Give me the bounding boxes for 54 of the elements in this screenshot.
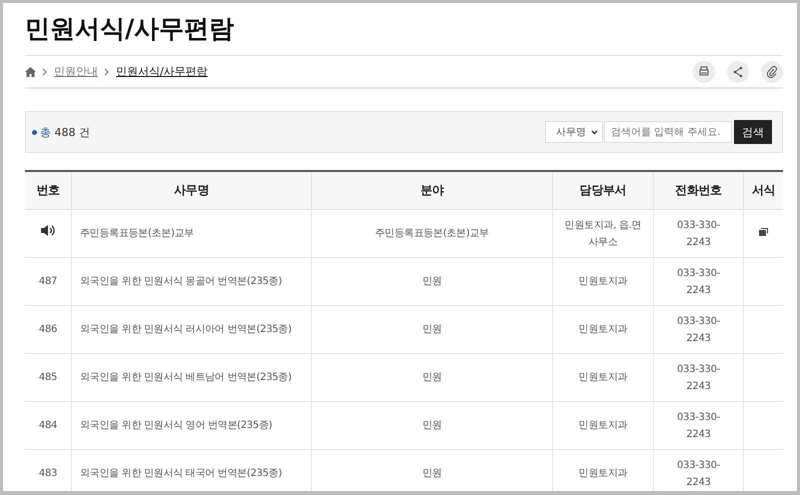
column-header: 번호: [25, 171, 72, 210]
table-cell-text: 민원토지과: [578, 467, 628, 481]
share-button[interactable]: [727, 60, 749, 82]
table-cell-text: 033-330-2243: [676, 362, 721, 394]
table-cell-text: 033-330-2243: [676, 218, 721, 250]
table-cell: 주민등록표등본(초본)교부: [80, 228, 194, 239]
table-cell-text: 민원토지과: [578, 275, 628, 289]
speaker-icon: [40, 225, 56, 236]
printer-icon: [698, 66, 710, 78]
page-title: 민원서식/사무편람: [25, 9, 783, 56]
table-cell-text: 민원토지과: [578, 323, 628, 337]
print-button[interactable]: [693, 60, 715, 82]
category-select[interactable]: 사무명: [545, 121, 603, 143]
table-cell-text: 033-330-2243: [676, 410, 721, 442]
table-cell-text: 033-330-2243: [676, 314, 721, 346]
column-header: 서식: [744, 171, 783, 210]
table-cell: 485: [38, 372, 58, 383]
breadcrumb-link[interactable]: 민원안내: [54, 64, 98, 79]
chevron-icon: [104, 68, 110, 76]
table-cell: 외국인을 위한 민원서식 러시아어 번역본(235종): [80, 324, 292, 335]
share-icon: [732, 66, 744, 78]
table-cell-text: 민원토지과: [578, 419, 628, 433]
breadcrumb-link[interactable]: 민원서식/사무편람: [116, 64, 208, 79]
table-cell: 483: [38, 468, 58, 479]
column-header: 담당부서: [552, 171, 654, 210]
table-cell-text: 033-330-2243: [676, 266, 721, 298]
chevron-icon: [42, 68, 48, 76]
table-cell: 주민등록표등본(초본)교부: [375, 228, 489, 239]
column-header: 분야: [312, 171, 552, 210]
table-cell-text: 민원토지과, 읍.면사무소: [564, 218, 642, 250]
table-cell: 외국인을 위한 민원서식 베트남어 번역본(235종): [80, 372, 292, 383]
table-cell: 민원: [422, 372, 442, 383]
total-count: 총 488 건: [40, 124, 90, 140]
table-cell: 외국인을 위한 민원서식 영어 번역본(235종): [80, 420, 272, 431]
paperclip-icon: [766, 66, 778, 78]
table-cell: 민원: [422, 468, 442, 479]
column-header: 전화번호: [654, 171, 744, 210]
table-cell: 외국인을 위한 민원서식 태국어 번역본(235종): [80, 468, 282, 479]
table-cell: 486: [38, 324, 58, 335]
table-cell-text: 민원토지과: [578, 371, 628, 385]
table-cell: 민원: [422, 276, 442, 287]
table-cell: 484: [38, 420, 58, 431]
table-cell: 민원: [422, 324, 442, 335]
home-icon[interactable]: [25, 66, 36, 76]
table-cell-text: 033-330-2243: [676, 458, 721, 490]
table-cell: 487: [38, 276, 58, 287]
search-field[interactable]: 검색어를 입력해 주세요.: [604, 121, 732, 143]
document-icon[interactable]: [759, 228, 768, 236]
search-button[interactable]: 검색: [734, 120, 772, 144]
table-cell: 민원: [422, 420, 442, 431]
chevron-icon: [591, 130, 598, 134]
link-button[interactable]: [761, 60, 783, 82]
table-cell: 외국인을 위한 민원서식 몽골어 번역본(235종): [80, 276, 282, 287]
column-header: 사무명: [72, 171, 312, 210]
